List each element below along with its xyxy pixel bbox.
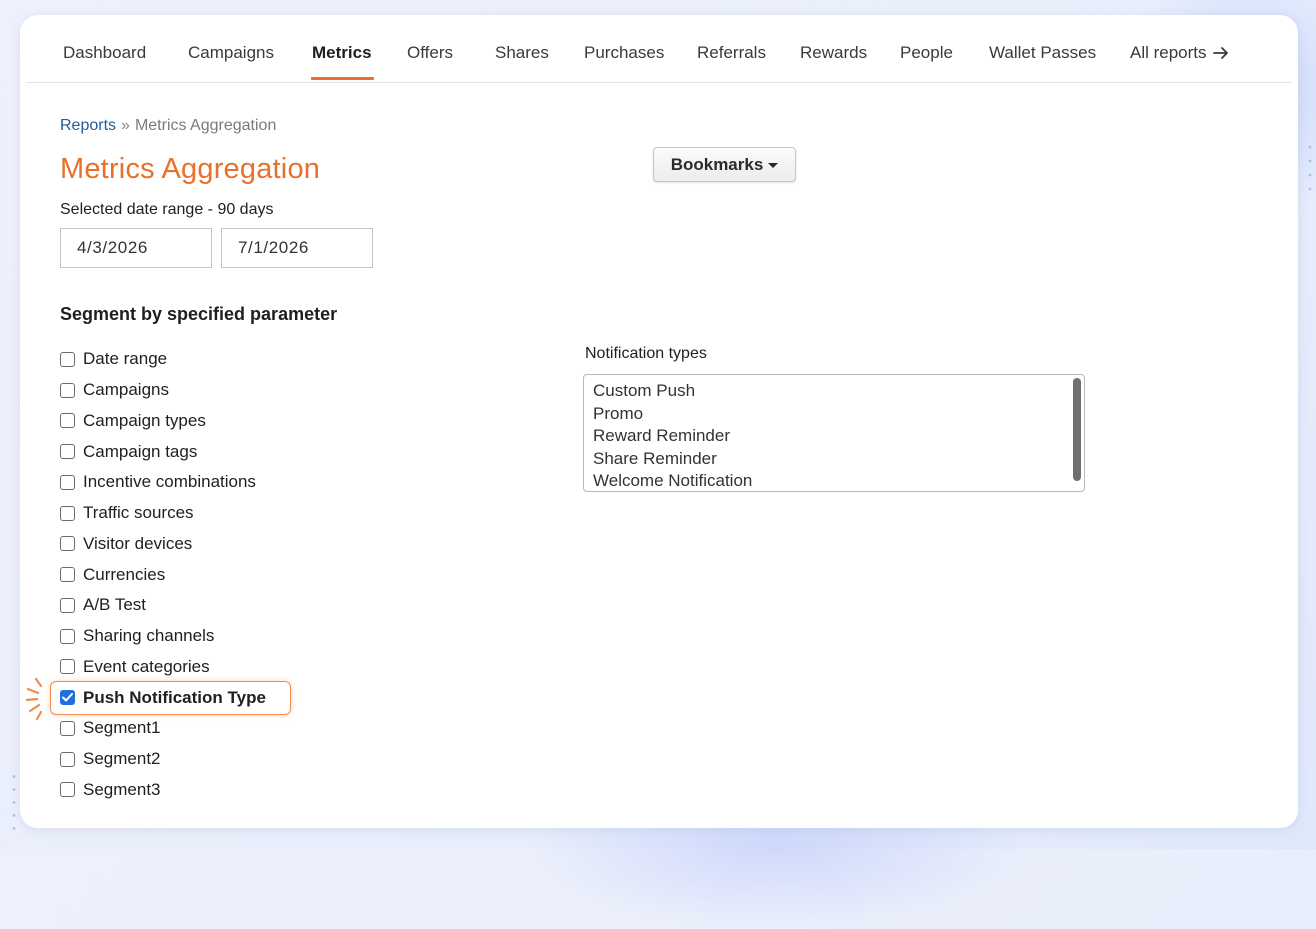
segment-option-label: A/B Test (83, 595, 146, 615)
segment-option-label: Campaign types (83, 410, 206, 430)
checkbox[interactable] (60, 567, 75, 583)
segment-option-label: Visitor devices (83, 533, 193, 553)
segment-option[interactable]: Event categories (60, 652, 266, 683)
segment-option[interactable]: Campaign types (60, 406, 266, 437)
checkmark-icon (62, 693, 73, 702)
bookmarks-button[interactable]: Bookmarks (653, 147, 796, 182)
checkbox[interactable] (60, 597, 75, 613)
nav-offers[interactable]: Offers (407, 43, 453, 63)
checkbox[interactable] (60, 782, 75, 798)
notification-type-option[interactable]: Welcome Notification (584, 470, 1084, 491)
segment-option-label: Segment1 (83, 718, 161, 738)
caret-down-icon (768, 163, 779, 168)
decorative-dots (10, 770, 18, 840)
top-nav: Dashboard Campaigns Metrics Offers Share… (26, 15, 1292, 83)
nav-wallet-passes[interactable]: Wallet Passes (989, 43, 1096, 63)
segment-heading: Segment by specified parameter (60, 304, 338, 324)
report-card: Dashboard Campaigns Metrics Offers Share… (20, 15, 1298, 828)
segment-option-label: Segment2 (83, 749, 161, 769)
checkbox[interactable] (60, 720, 75, 736)
breadcrumb-current: Metrics Aggregation (134, 117, 277, 134)
checkbox[interactable] (60, 382, 75, 398)
segment-option-label: Currencies (83, 564, 166, 584)
notification-type-option[interactable]: Share Reminder (584, 448, 1084, 471)
segment-option[interactable]: Push Notification Type (25, 678, 291, 721)
checkbox[interactable] (60, 351, 75, 367)
segment-option[interactable]: Incentive combinations (60, 467, 266, 498)
checkbox[interactable] (60, 444, 75, 460)
checkbox[interactable] (60, 536, 75, 552)
segment-option[interactable]: A/B Test (60, 590, 266, 621)
segment-option-label: Sharing channels (83, 626, 215, 646)
breadcrumb-separator: » (121, 117, 130, 134)
nav-all-reports[interactable]: All reports (1130, 43, 1229, 63)
nav-referrals[interactable]: Referrals (697, 43, 766, 63)
segment-option[interactable]: Segment1 (60, 713, 266, 744)
checkbox[interactable] (60, 413, 75, 429)
start-date-input[interactable] (60, 228, 212, 268)
segment-option-label: Traffic sources (83, 503, 194, 523)
nav-rewards[interactable]: Rewards (800, 43, 867, 63)
nav-people[interactable]: People (900, 43, 953, 63)
checkbox[interactable] (60, 474, 75, 490)
decorative-dots (1306, 140, 1314, 200)
breadcrumb: Reports » Metrics Aggregation (60, 117, 276, 135)
nav-shares[interactable]: Shares (495, 43, 549, 63)
notification-types-listbox[interactable]: Custom Push Promo Reward Reminder Share Rem… (583, 374, 1085, 492)
checkbox[interactable] (60, 628, 75, 644)
segment-option[interactable]: Campaigns (60, 375, 266, 406)
nav-purchases[interactable]: Purchases (584, 43, 664, 63)
active-tab-indicator (311, 77, 374, 80)
segment-option-label: Push Notification Type (83, 687, 266, 707)
segment-option-label: Campaign tags (83, 441, 198, 461)
notification-types-label: Notification types (585, 345, 707, 362)
segment-option[interactable]: Segment2 (60, 744, 266, 775)
segment-option[interactable]: Segment3 (60, 775, 266, 806)
segment-option[interactable]: Campaign tags (60, 436, 266, 467)
checkbox[interactable] (60, 659, 75, 675)
segment-option[interactable]: Visitor devices (60, 529, 266, 560)
segment-option[interactable]: Date range (60, 344, 266, 375)
notification-type-option[interactable]: Promo (584, 403, 1084, 426)
page-title: Metrics Aggregation (60, 153, 321, 185)
notification-type-option[interactable]: Custom Push (584, 380, 1084, 403)
segment-option[interactable]: Sharing channels (60, 621, 266, 652)
nav-all-reports-label: All reports (1130, 43, 1207, 62)
segment-option-label: Campaigns (83, 380, 169, 400)
notification-type-option[interactable]: Reward Reminder (584, 425, 1084, 448)
listbox-scrollbar[interactable] (1073, 378, 1081, 481)
arrow-right-icon (1212, 47, 1228, 59)
segment-option-label: Date range (83, 349, 168, 369)
segment-option-label: Event categories (83, 656, 210, 676)
segment-option[interactable]: Traffic sources (60, 498, 266, 529)
bookmarks-label: Bookmarks (670, 154, 764, 174)
segment-option[interactable]: Currencies (60, 559, 266, 590)
segment-option-label: Segment3 (83, 779, 161, 799)
breadcrumb-reports-link[interactable]: Reports (60, 117, 116, 134)
end-date-input[interactable] (221, 228, 373, 268)
sparkle-icon (25, 678, 43, 721)
segment-option-label: Incentive combinations (83, 472, 256, 492)
checkbox[interactable] (60, 751, 75, 767)
nav-metrics[interactable]: Metrics (312, 43, 372, 63)
segment-options: Date range Campaigns Campaign types Campaig… (25, 344, 291, 806)
nav-campaigns[interactable]: Campaigns (188, 43, 274, 63)
checkbox[interactable] (60, 505, 75, 521)
date-range-caption: Selected date range - 90 days (60, 201, 274, 218)
checkbox-checked[interactable] (60, 690, 75, 706)
nav-dashboard[interactable]: Dashboard (63, 43, 146, 63)
